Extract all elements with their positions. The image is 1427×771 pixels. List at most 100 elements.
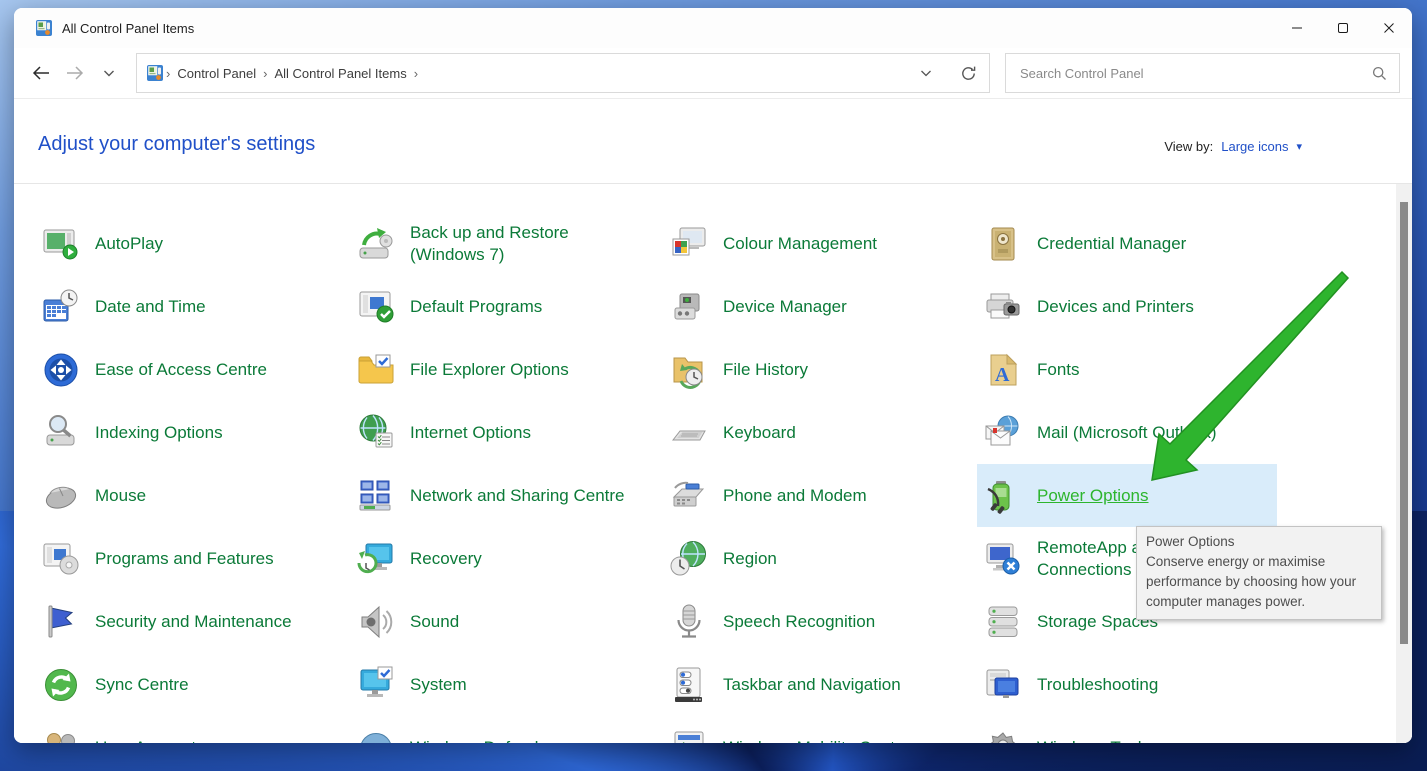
navigation-toolbar: › Control Panel › All Control Panel Item… <box>14 48 1412 99</box>
control-panel-item-recovery[interactable]: Recovery <box>350 527 663 590</box>
control-panel-item-keyboard[interactable]: Keyboard <box>663 401 977 464</box>
chevron-down-icon[interactable]: ▾ <box>1296 140 1302 153</box>
control-panel-item-network-sharing[interactable]: Network and Sharing Centre <box>350 464 663 527</box>
svg-text:A: A <box>995 364 1010 386</box>
tooltip-title: Power Options <box>1146 532 1372 552</box>
search-icon <box>1372 66 1387 81</box>
globe-clock-icon <box>669 539 709 579</box>
view-by-dropdown[interactable]: Large icons <box>1221 139 1288 154</box>
control-panel-item-indexing-options[interactable]: Indexing Options <box>35 401 350 464</box>
sync-arrows-icon <box>41 665 81 705</box>
control-panel-item-backup-restore[interactable]: Back up and Restore (Windows 7) <box>350 212 663 275</box>
gear-icon <box>983 728 1023 744</box>
vertical-scrollbar[interactable] <box>1396 184 1412 743</box>
magnifier-drive-icon <box>41 413 81 453</box>
page-title: Adjust your computer's settings <box>38 133 315 156</box>
control-panel-item-power-options[interactable]: Power Options <box>977 464 1277 527</box>
control-panel-item-devices-and-printers[interactable]: Devices and Printers <box>977 275 1277 338</box>
control-panel-item-mouse[interactable]: Mouse <box>35 464 350 527</box>
close-button[interactable] <box>1366 8 1412 48</box>
address-bar[interactable]: › Control Panel › All Control Panel Item… <box>136 53 990 93</box>
control-panel-window: All Control Panel Items <box>14 8 1412 743</box>
minimize-button[interactable] <box>1274 8 1320 48</box>
control-panel-item-security-maintenance[interactable]: Security and Maintenance <box>35 590 350 653</box>
defender-globe-icon <box>356 728 396 744</box>
control-panel-item-region[interactable]: Region <box>663 527 977 590</box>
control-panel-item-phone-and-modem[interactable]: Phone and Modem <box>663 464 977 527</box>
taskbar-settings-icon <box>669 665 709 705</box>
calendar-clock-icon <box>41 287 81 327</box>
control-panel-item-taskbar-navigation[interactable]: Taskbar and Navigation <box>663 653 977 716</box>
stacked-drives-icon <box>983 602 1023 642</box>
breadcrumb-all-control-panel-items[interactable]: All Control Panel Items <box>270 66 410 81</box>
control-panel-item-ease-of-access[interactable]: Ease of Access Centre <box>35 338 350 401</box>
monitor-restore-icon <box>356 539 396 579</box>
remote-desktop-icon <box>983 539 1023 579</box>
control-panel-item-windows-mobility[interactable]: Windows Mobility Centre <box>663 716 977 743</box>
control-panel-item-default-programs[interactable]: Default Programs <box>350 275 663 338</box>
folder-check-icon <box>356 350 396 390</box>
device-manager-icon <box>669 287 709 327</box>
search-box[interactable] <box>1005 53 1400 93</box>
breadcrumb-separator: › <box>411 66 421 81</box>
two-users-icon <box>41 728 81 744</box>
control-panel-icon <box>147 65 163 81</box>
control-panel-item-fonts[interactable]: A Fonts <box>977 338 1277 401</box>
control-panel-item-internet-options[interactable]: Internet Options <box>350 401 663 464</box>
control-panel-item-sync-centre[interactable]: Sync Centre <box>35 653 350 716</box>
control-panel-item-autoplay[interactable]: AutoPlay <box>35 212 350 275</box>
microphone-icon <box>669 602 709 642</box>
control-panel-item-credential-manager[interactable]: Credential Manager <box>977 212 1277 275</box>
control-panel-item-windows-defender[interactable]: Windows Defender <box>350 716 663 743</box>
view-by-label: View by: <box>1164 139 1213 154</box>
titlebar: All Control Panel Items <box>14 8 1412 48</box>
maximize-button[interactable] <box>1320 8 1366 48</box>
control-panel-item-file-history[interactable]: File History <box>663 338 977 401</box>
printer-camera-icon <box>983 287 1023 327</box>
control-panel-item-colour-management[interactable]: Colour Management <box>663 212 977 275</box>
fax-phone-icon <box>669 476 709 516</box>
folder-clock-icon <box>669 350 709 390</box>
ease-of-access-icon <box>41 350 81 390</box>
control-panel-item-system[interactable]: System <box>350 653 663 716</box>
fonts-folder-icon: A <box>983 350 1023 390</box>
tooltip-power-options: Power Options Conserve energy or maximis… <box>1136 526 1382 620</box>
control-panel-item-sound[interactable]: Sound <box>350 590 663 653</box>
control-panel-item-user-accounts[interactable]: User Accounts <box>35 716 350 743</box>
search-input[interactable] <box>1018 65 1372 82</box>
control-panel-item-programs-features[interactable]: Programs and Features <box>35 527 350 590</box>
control-panel-item-speech-recognition[interactable]: Speech Recognition <box>663 590 977 653</box>
control-panel-item-date-and-time[interactable]: Date and Time <box>35 275 350 338</box>
window-controls <box>1274 8 1412 48</box>
forward-button[interactable] <box>58 56 92 90</box>
globe-checklist-icon <box>356 413 396 453</box>
control-panel-item-device-manager[interactable]: Device Manager <box>663 275 977 338</box>
control-panel-item-file-explorer-options[interactable]: File Explorer Options <box>350 338 663 401</box>
breadcrumb-separator: › <box>163 66 173 81</box>
network-monitors-icon <box>356 476 396 516</box>
refresh-icon[interactable] <box>947 54 989 92</box>
keyboard-icon <box>669 413 709 453</box>
speaker-icon <box>356 602 396 642</box>
credential-manager-icon <box>983 224 1023 264</box>
mobility-checklist-icon <box>669 728 709 744</box>
mail-globe-icon <box>983 413 1023 453</box>
recent-locations-chevron-icon[interactable] <box>92 56 126 90</box>
items-grid: AutoPlay Back up and Restore (Windows 7)… <box>14 184 1412 743</box>
troubleshoot-monitor-icon <box>983 665 1023 705</box>
control-panel-item-windows-tools[interactable]: Windows Tools <box>977 716 1277 743</box>
backup-restore-icon <box>356 224 396 264</box>
scrollbar-thumb[interactable] <box>1400 202 1408 644</box>
control-panel-items-area: AutoPlay Back up and Restore (Windows 7)… <box>14 184 1412 743</box>
breadcrumb-control-panel[interactable]: Control Panel <box>173 66 260 81</box>
address-dropdown-chevron-icon[interactable] <box>905 54 947 92</box>
control-panel-item-mail[interactable]: Mail (Microsoft Outlook) <box>977 401 1277 464</box>
control-panel-item-troubleshooting[interactable]: Troubleshooting <box>977 653 1277 716</box>
colour-management-icon <box>669 224 709 264</box>
window-title: All Control Panel Items <box>62 21 194 36</box>
mouse-icon <box>41 476 81 516</box>
control-panel-icon <box>36 20 52 36</box>
back-button[interactable] <box>24 56 58 90</box>
tooltip-body: Conserve energy or maximise performance … <box>1146 552 1372 612</box>
battery-plug-icon <box>983 476 1023 516</box>
